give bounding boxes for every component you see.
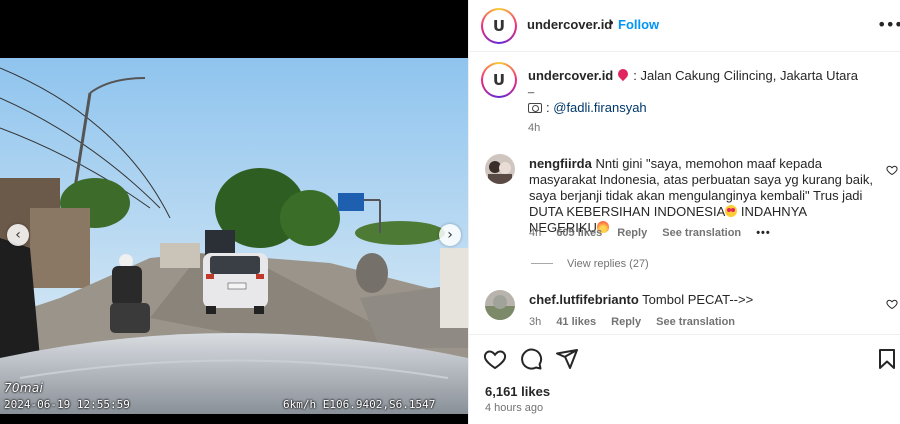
caption-location-text: : Jalan Cakung Cilincing, Jakarta Utara bbox=[633, 68, 858, 83]
caption-author-logo: U bbox=[492, 71, 506, 89]
header-separator: • bbox=[609, 15, 614, 30]
comment-meta: 3h 41 likes Reply See translation bbox=[529, 316, 747, 328]
author-logo: U bbox=[492, 17, 506, 35]
see-translation-button[interactable]: See translation bbox=[662, 227, 741, 239]
commenter-avatar-image bbox=[485, 154, 515, 184]
commenter-avatar[interactable] bbox=[485, 290, 515, 320]
comment-meta: 4h 605 likes Reply See translation ••• bbox=[529, 227, 783, 239]
chevron-left-icon: ‹ bbox=[15, 227, 21, 243]
post-header: U undercover.id • Follow ••• bbox=[469, 0, 900, 52]
commenter-avatar-image bbox=[485, 290, 515, 320]
commenter-avatar[interactable] bbox=[485, 154, 515, 184]
author-username[interactable]: undercover.id bbox=[527, 17, 612, 32]
heart-icon[interactable] bbox=[483, 347, 507, 371]
credit-mention-link[interactable]: @fadli.firansyah bbox=[553, 100, 646, 115]
dashcam-video[interactable] bbox=[0, 58, 468, 414]
comment-username[interactable]: nengfiirda bbox=[529, 156, 592, 171]
caption-location-line: undercover.id : Jalan Cakung Cilincing, J… bbox=[528, 66, 858, 83]
next-media-button[interactable]: › bbox=[439, 224, 461, 246]
see-translation-button[interactable]: See translation bbox=[656, 316, 735, 328]
post-side-panel: U undercover.id • Follow ••• U undercove… bbox=[468, 0, 900, 424]
comment-time: 4h bbox=[529, 227, 542, 239]
caption-timestamp: 4h bbox=[528, 122, 541, 134]
comment-likes[interactable]: 605 likes bbox=[556, 227, 602, 239]
more-options-icon[interactable]: ••• bbox=[877, 15, 900, 34]
comment-like-heart-icon[interactable] bbox=[886, 298, 898, 310]
previous-media-button[interactable]: ‹ bbox=[7, 224, 29, 246]
caption-divider: _ bbox=[528, 82, 535, 94]
comment-text: chef.lutfifebrianto Tombol PECAT-->> bbox=[529, 292, 874, 308]
post-timestamp: 4 hours ago bbox=[485, 402, 544, 414]
comment-text: nengfiirda Nnti gini "saya, memohon maaf… bbox=[529, 156, 874, 236]
credit-prefix: : bbox=[546, 100, 550, 115]
reply-button[interactable]: Reply bbox=[611, 316, 641, 328]
comment-icon[interactable] bbox=[519, 347, 543, 371]
replies-divider bbox=[531, 263, 553, 264]
comment-time: 3h bbox=[529, 316, 542, 328]
author-avatar[interactable]: U bbox=[481, 8, 517, 44]
camera-icon bbox=[528, 103, 542, 113]
dashcam-gps-overlay: 6km/h E106.9402,S6.1547 bbox=[283, 398, 436, 411]
comment-more-icon[interactable]: ••• bbox=[756, 227, 771, 239]
reply-button[interactable]: Reply bbox=[617, 227, 647, 239]
bookmark-icon[interactable] bbox=[875, 347, 899, 371]
comment-likes[interactable]: 41 likes bbox=[556, 316, 596, 328]
caption-credit-line: : @fadli.firansyah bbox=[528, 100, 647, 115]
view-replies-label: View replies (27) bbox=[567, 258, 649, 270]
view-replies-button[interactable]: View replies (27) bbox=[531, 258, 649, 270]
heart-eyes-emoji bbox=[725, 205, 738, 217]
comment-like-heart-icon[interactable] bbox=[886, 164, 898, 176]
caption-author-avatar[interactable]: U bbox=[481, 62, 517, 98]
likes-count[interactable]: 6,161 likes bbox=[485, 384, 550, 399]
post-media[interactable]: ‹ › 70mai 2024-06-19 12:55:59 6km/h E106… bbox=[0, 0, 468, 424]
follow-button[interactable]: Follow bbox=[618, 17, 659, 32]
dashcam-brand-overlay: 70mai bbox=[4, 381, 44, 395]
share-icon[interactable] bbox=[555, 347, 579, 371]
comment-username[interactable]: chef.lutfifebrianto bbox=[529, 292, 639, 307]
comment-body: Tombol PECAT-->> bbox=[642, 292, 754, 307]
dashcam-scene bbox=[0, 58, 468, 414]
location-pin-icon bbox=[616, 66, 631, 82]
dashcam-timestamp-overlay: 2024-06-19 12:55:59 bbox=[4, 398, 130, 411]
post-actions-bar: 6,161 likes 4 hours ago bbox=[469, 334, 900, 424]
chevron-right-icon: › bbox=[447, 227, 453, 243]
caption-username[interactable]: undercover.id bbox=[528, 68, 613, 83]
